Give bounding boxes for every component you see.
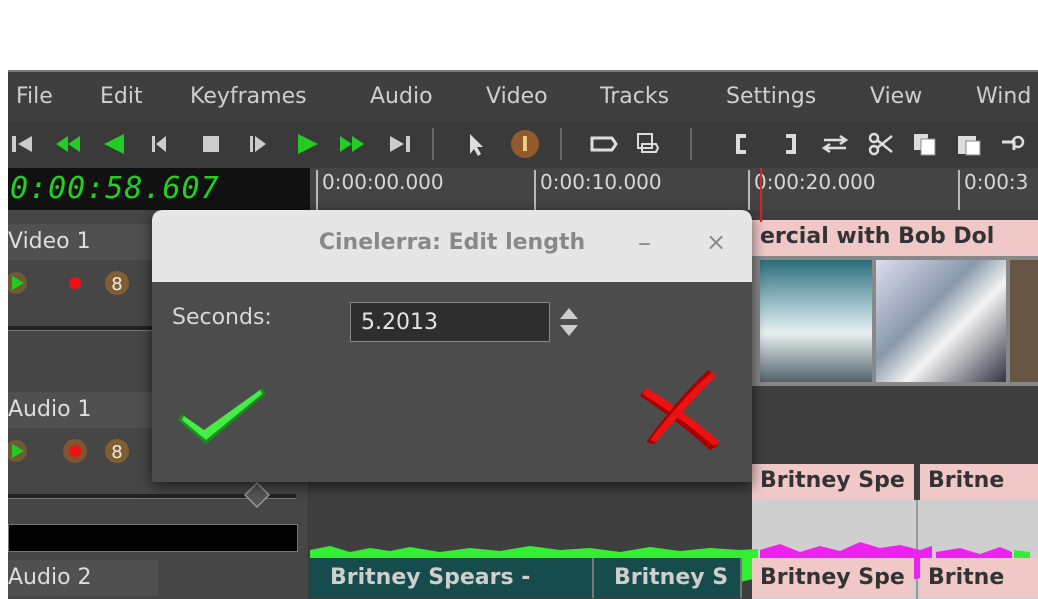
frame-forward-icon[interactable] [242,126,276,162]
menu-keyframes[interactable]: Keyframes [190,84,307,109]
track-name[interactable]: Video 1 [8,224,158,260]
rewind-icon[interactable] [96,126,130,162]
label-icon[interactable] [586,126,620,162]
goto-start-icon[interactable] [8,126,40,162]
out-point-icon[interactable] [774,126,808,162]
dialog-title: Cinelerra: Edit length [318,230,586,255]
audio-meter-bar [8,524,298,552]
menu-audio[interactable]: Audio [370,84,433,109]
transport-toolbar: I [8,122,1038,168]
copy-icon[interactable] [908,126,942,162]
svg-text:8: 8 [111,442,122,463]
ruler-tick: 0:00:10.000 [534,170,662,210]
fast-forward-icon[interactable] [336,126,370,162]
cut-icon[interactable] [864,126,898,162]
more-icon[interactable] [994,126,1028,162]
svg-text:8: 8 [111,274,122,295]
play-track-icon[interactable] [8,438,34,464]
seconds-input[interactable]: 5.2013 [350,302,550,342]
menu-edit[interactable]: Edit [100,84,143,109]
audio2-edit-title[interactable]: Britney Spe [752,558,914,598]
seconds-label: Seconds: [172,305,272,330]
paste-label-icon[interactable] [630,126,664,162]
video-thumbnails [752,256,1038,386]
menu-settings[interactable]: Settings [726,84,816,109]
timeline-ruler[interactable]: 0:00:00.000 0:00:10.000 0:00:20.000 0:00… [310,168,1038,210]
audio2-edit-title[interactable]: Britney Spears - [310,558,594,598]
video-fade-slider[interactable] [8,326,158,331]
fast-rewind-icon[interactable] [50,126,84,162]
record-track-icon[interactable] [62,438,88,464]
audio2-edit-title[interactable]: Britney S [594,558,742,598]
audio2-edit-title[interactable]: Britne [920,558,1038,598]
fader-knob-icon[interactable] [243,481,271,509]
thumbnail-image [876,260,1006,382]
thumbnail-image [760,260,872,382]
menu-tracks[interactable]: Tracks [600,84,669,109]
in-point-icon[interactable] [726,126,760,162]
goto-end-icon[interactable] [384,126,418,162]
menu-window[interactable]: Wind [976,84,1031,109]
menu-view[interactable]: View [870,84,922,109]
minimize-icon[interactable]: – [638,228,651,258]
paste-icon[interactable] [952,126,986,162]
time-display: 0:00:58.607 [8,168,310,210]
playhead-cursor[interactable] [760,168,762,222]
toolbar-separator [432,128,434,160]
svg-text:I: I [521,132,528,156]
frame-back-icon[interactable] [144,126,178,162]
record-track-icon[interactable] [62,270,88,296]
menu-bar: File Edit Keyframes Audio Video Tracks S… [8,70,1038,124]
play-icon[interactable] [290,126,324,162]
gang-track-icon[interactable]: 8 [104,438,130,464]
audio1-edit-title[interactable]: Britney Spe [752,464,914,500]
ok-checkmark-icon[interactable] [178,380,268,450]
video-edit-title[interactable]: ercial with Bob Dol [752,220,1038,256]
arrow-select-icon[interactable] [458,126,492,162]
ruler-tick: 0:00:00.000 [316,170,444,210]
close-icon[interactable]: × [706,228,726,256]
cancel-x-icon[interactable] [636,370,726,450]
gang-track-icon[interactable]: 8 [104,270,130,296]
track-name[interactable]: Audio 1 [8,392,158,428]
track-name[interactable]: Audio 2 [8,560,158,596]
track-header-audio-2: Audio 2 [8,556,308,599]
spinner-arrows-icon[interactable] [558,304,580,340]
toolbar-separator [690,128,692,160]
menu-video[interactable]: Video [486,84,548,109]
loop-icon[interactable] [818,126,852,162]
thumbnail-image [1010,260,1038,382]
ruler-tick: 0:00:20.000 [748,170,876,210]
edit-length-dialog: Cinelerra: Edit length – × Seconds: 5.20… [152,210,752,482]
menu-file[interactable]: File [16,84,53,109]
stop-icon[interactable] [194,126,228,162]
play-track-icon[interactable] [8,270,34,296]
dialog-title-bar[interactable]: Cinelerra: Edit length – × [152,210,752,282]
audio1-edit-title[interactable]: Britne [920,464,1038,500]
toolbar-separator [560,128,562,160]
text-cursor-icon[interactable]: I [508,126,542,162]
ruler-tick: 0:00:3 [958,170,1028,210]
